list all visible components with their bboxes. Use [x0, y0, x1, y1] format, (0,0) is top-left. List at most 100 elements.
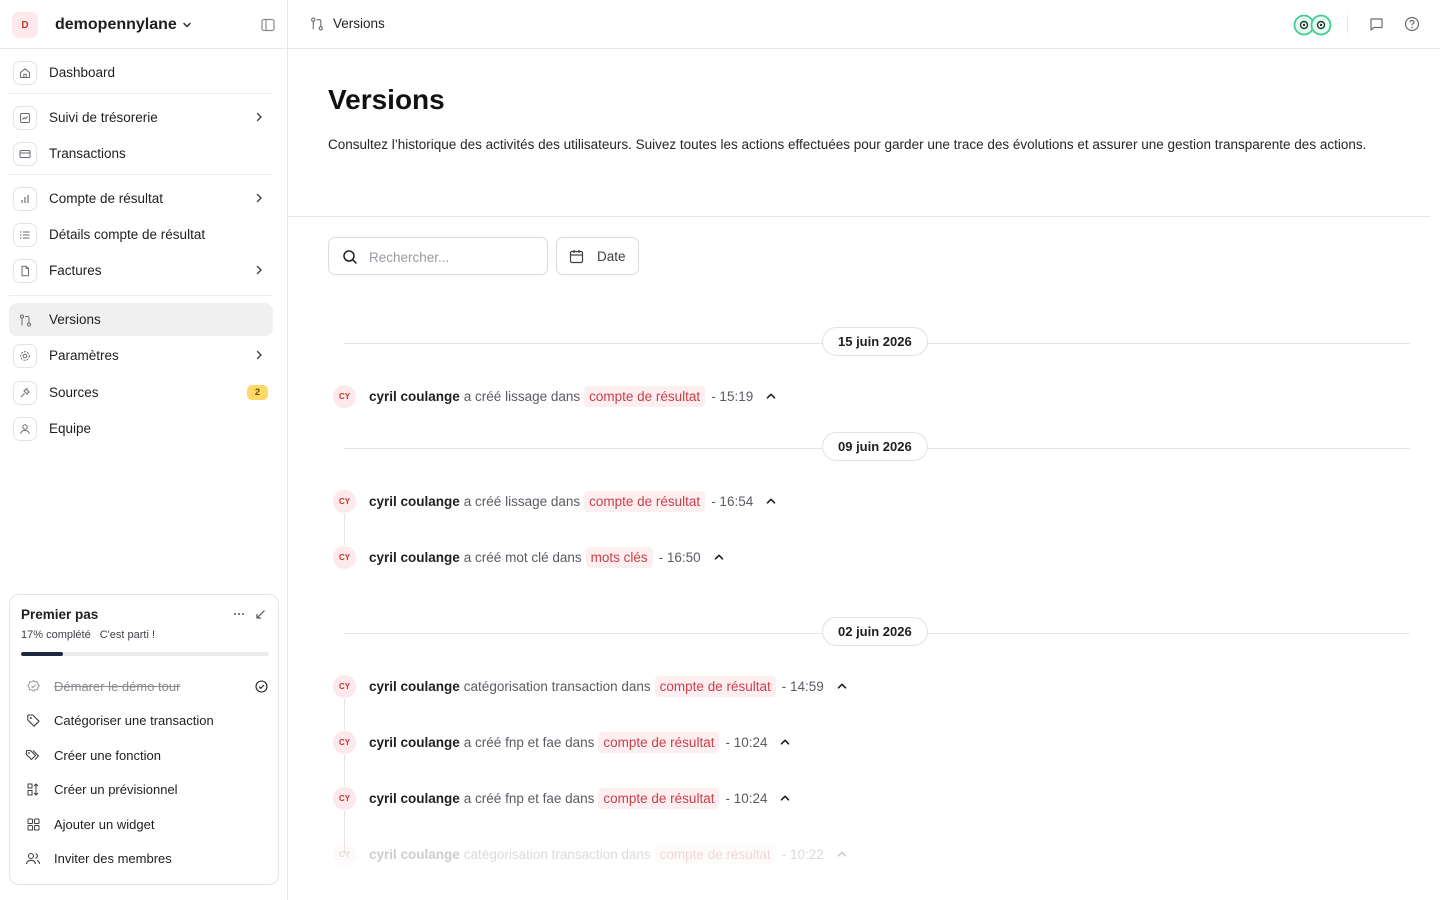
list-icon [13, 223, 37, 247]
event-action: a créé fnp et fae dans [463, 734, 595, 750]
sidebar-item-compte-resultat[interactable]: Compte de résultat [9, 182, 273, 215]
event-target-tag[interactable]: mots clés [585, 546, 653, 568]
day-label: 02 juin 2026 [822, 617, 928, 646]
chevron-up-icon[interactable] [779, 792, 791, 804]
onboarding-step-previsionnel[interactable]: Créer un prévisionnel [21, 774, 269, 804]
sidebar-item-versions[interactable]: Versions [9, 303, 273, 336]
widget-grid-icon [23, 814, 43, 834]
search-icon [342, 249, 358, 265]
sidebar-item-factures[interactable]: Factures [9, 254, 273, 287]
badge-check-icon [23, 676, 43, 696]
avatar: CY [332, 841, 357, 867]
event-time: - 10:22 [781, 846, 824, 862]
page-description: Consultez l’historique des activités des… [328, 137, 1367, 152]
version-entry[interactable]: CY cyril coulange a créé fnp et fae dans… [332, 785, 791, 811]
sources-count-badge: 2 [247, 385, 268, 400]
event-time: - 10:24 [725, 734, 768, 750]
version-entry[interactable]: CY cyril coulange a créé lissage dans co… [332, 383, 777, 409]
sidebar-item-transactions[interactable]: Transactions [9, 137, 273, 170]
avatar: CY [332, 544, 357, 570]
sidebar-item-tresorerie[interactable]: Suivi de trésorerie [9, 101, 273, 134]
avatar: CY [332, 383, 357, 409]
event-time: - 15:19 [711, 388, 754, 404]
step-label: Ajouter un widget [54, 816, 155, 832]
event-target-tag[interactable]: compte de résultat [598, 787, 720, 809]
sidebar-item-dashboard[interactable]: Dashboard [9, 56, 273, 89]
sidebar-item-details-compte-resultat[interactable]: Détails compte de résultat [9, 218, 273, 251]
event-target-tag[interactable]: compte de résultat [598, 731, 720, 753]
sidebar-item-parametres[interactable]: Paramètres [9, 339, 273, 372]
event-target-tag[interactable]: compte de résultat [584, 490, 706, 512]
avatar: CY [332, 729, 357, 755]
progress-bar [21, 652, 269, 656]
sidebar-header-divider [0, 48, 288, 49]
event-action: a créé fnp et fae dans [463, 790, 595, 806]
sidebar-item-equipe[interactable]: Equipe [9, 412, 273, 445]
event-action: a créé mot clé dans [463, 549, 582, 565]
version-entry[interactable]: CY cyril coulange catégorisation transac… [332, 673, 848, 699]
version-entry[interactable]: CY cyril coulange a créé fnp et fae dans… [332, 729, 791, 755]
version-entry[interactable]: CY cyril coulange a créé lissage dans co… [332, 488, 777, 514]
avatar: CY [332, 673, 357, 699]
onboarding-step-inviter[interactable]: Inviter des membres [21, 843, 269, 873]
sidebar-item-label: Transactions [49, 146, 126, 161]
onboarding-card: Premier pas 17% complété C'est parti ! Dé… [9, 594, 279, 885]
event-user: cyril coulange [369, 549, 460, 565]
event-action: a créé lissage dans [463, 493, 581, 509]
search-input[interactable] [369, 247, 539, 267]
progress-message: C'est parti ! [99, 629, 156, 641]
event-time: - 10:24 [725, 790, 768, 806]
search-box[interactable] [328, 237, 548, 275]
event-user: cyril coulange [369, 846, 460, 862]
sidebar-item-label: Factures [49, 263, 102, 278]
version-entry[interactable]: CY cyril coulange a créé mot clé dans mo… [332, 544, 725, 570]
event-target-tag[interactable]: compte de résultat [584, 385, 706, 407]
org-name: demopennylane [55, 16, 177, 33]
progress-fill [21, 652, 64, 656]
onboarding-step-demo-tour[interactable]: Démarer le démo tour [21, 671, 269, 701]
file-icon [13, 259, 37, 283]
nav-divider [9, 295, 273, 296]
date-filter-button[interactable]: Date [556, 237, 639, 275]
sidebar-item-label: Dashboard [49, 65, 116, 80]
version-entry[interactable]: CY cyril coulange catégorisation transac… [332, 841, 848, 867]
sidebar-toggle-icon[interactable] [260, 17, 276, 33]
home-icon [13, 61, 37, 85]
onboarding-step-categoriser[interactable]: Catégoriser une transaction [21, 705, 269, 735]
sidebar-item-label: Suivi de trésorerie [49, 110, 158, 125]
event-user: cyril coulange [369, 493, 460, 509]
event-time: - 16:50 [658, 549, 701, 565]
step-label: Démarer le démo tour [54, 678, 181, 694]
avatar: CY [332, 785, 357, 811]
sidebar-item-label: Equipe [49, 421, 92, 436]
sidebar-item-label: Sources [49, 385, 99, 400]
chevron-up-icon[interactable] [765, 390, 777, 402]
git-compare-icon [13, 308, 37, 332]
header-divider [288, 216, 1430, 217]
chevron-up-icon[interactable] [836, 848, 848, 860]
chevron-up-icon[interactable] [836, 680, 848, 692]
breadcrumb: Versions [333, 16, 385, 31]
org-switcher[interactable]: D demopennylane [12, 10, 192, 40]
onboarding-step-fonction[interactable]: Créer une fonction [21, 740, 269, 770]
more-icon[interactable] [232, 607, 246, 621]
brand-logo-icon[interactable] [1293, 14, 1335, 36]
chevron-up-icon[interactable] [779, 736, 791, 748]
event-target-tag[interactable]: compte de résultat [654, 675, 776, 697]
tags-icon [23, 745, 43, 765]
sidebar: D demopennylane Dashboard Suivi de tréso… [0, 0, 288, 900]
event-user: cyril coulange [369, 734, 460, 750]
chevron-up-icon[interactable] [765, 495, 777, 507]
sidebar-item-sources[interactable]: Sources 2 [9, 376, 273, 409]
chevron-up-icon[interactable] [713, 551, 725, 563]
help-icon[interactable] [1403, 15, 1421, 33]
date-filter-label: Date [597, 248, 626, 264]
onboarding-step-widget[interactable]: Ajouter un widget [21, 809, 269, 839]
minimize-icon[interactable] [253, 607, 267, 621]
feedback-icon[interactable] [1367, 15, 1385, 33]
chevron-right-icon [253, 349, 265, 361]
nav-divider [9, 93, 273, 94]
event-target-tag[interactable]: compte de résultat [654, 843, 776, 865]
event-action: catégorisation transaction dans [463, 846, 651, 862]
step-label: Créer un prévisionnel [54, 781, 178, 797]
